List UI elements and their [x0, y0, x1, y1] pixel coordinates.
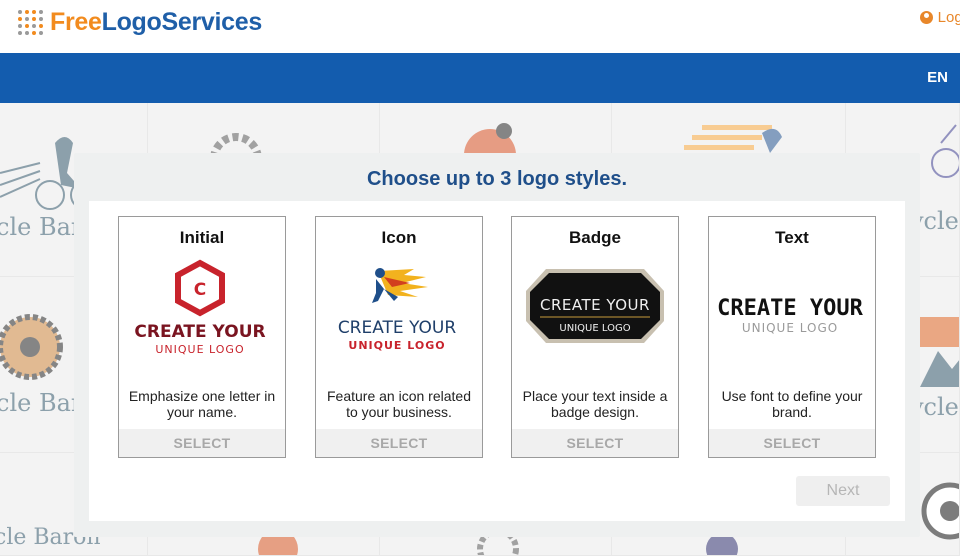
select-text-button[interactable]: SELECT [709, 429, 875, 457]
preview-line2: UNIQUE LOGO [155, 343, 244, 356]
logo-style-modal: Choose up to 3 logo styles. Initial C CR… [74, 153, 920, 537]
card-title: Badge [569, 228, 621, 247]
card-title: Initial [179, 228, 225, 247]
style-card-icon[interactable]: Icon CREATE YOUR UNIQUE LOGO Feature an … [315, 216, 483, 458]
icon-logo-preview: CREATE YOUR UNIQUE LOGO [316, 257, 482, 377]
preview-line1: CREATE YOUR [338, 318, 457, 338]
select-badge-button[interactable]: SELECT [512, 429, 678, 457]
logo-dots-icon [18, 9, 44, 36]
card-title: Text [775, 228, 809, 247]
text-logo-preview: CREATE YOUR UNIQUE LOGO [709, 257, 875, 377]
login-label: Logi [937, 9, 960, 26]
site-header: FreeLogoServices Logi [0, 0, 960, 53]
preview-line1: CREATE YOUR [134, 322, 265, 342]
preview-line2: UNIQUE LOGO [559, 323, 630, 334]
preview-line2: UNIQUE LOGO [742, 321, 838, 335]
language-selector[interactable]: EN [927, 69, 948, 86]
preview-line2: UNIQUE LOGO [348, 339, 445, 352]
main-navbar: EN [0, 53, 960, 103]
preview-line1: CREATE YOUR [717, 296, 863, 321]
initial-logo-preview: C CREATE YOUR UNIQUE LOGO [119, 257, 285, 377]
card-description: Place your text inside a badge design. [522, 388, 668, 420]
initial-letter: C [194, 280, 206, 300]
style-card-initial[interactable]: Initial C CREATE YOUR UNIQUE LOGO Emphas… [118, 216, 286, 458]
select-icon-button[interactable]: SELECT [316, 429, 482, 457]
user-icon [919, 11, 933, 24]
modal-content: Initial C CREATE YOUR UNIQUE LOGO Emphas… [89, 201, 905, 521]
card-title: Icon [381, 228, 417, 247]
style-card-text[interactable]: Text CREATE YOUR UNIQUE LOGO Use font to… [708, 216, 876, 458]
modal-title: Choose up to 3 logo styles. [366, 168, 628, 190]
preview-line1: CREATE YOUR [540, 296, 650, 314]
card-description: Feature an icon related to your business… [327, 388, 471, 420]
select-initial-button[interactable]: SELECT [119, 429, 285, 457]
badge-logo-preview: CREATE YOUR UNIQUE LOGO [512, 257, 678, 377]
login-link[interactable]: Logi [919, 9, 960, 26]
style-card-badge[interactable]: Badge CREATE YOUR UNIQUE LOGO Place your… [511, 216, 679, 458]
site-logo[interactable]: FreeLogoServices [18, 8, 262, 37]
card-description: Use font to define your brand. [721, 388, 863, 420]
logo-free-text: Free [50, 8, 102, 36]
next-button[interactable]: Next [796, 476, 890, 506]
card-description: Emphasize one letter in your name. [128, 388, 276, 420]
logo-services-text: LogoServices [101, 8, 263, 36]
runner-icon [372, 268, 428, 303]
logo-wordmark: FreeLogoServices [50, 8, 262, 37]
